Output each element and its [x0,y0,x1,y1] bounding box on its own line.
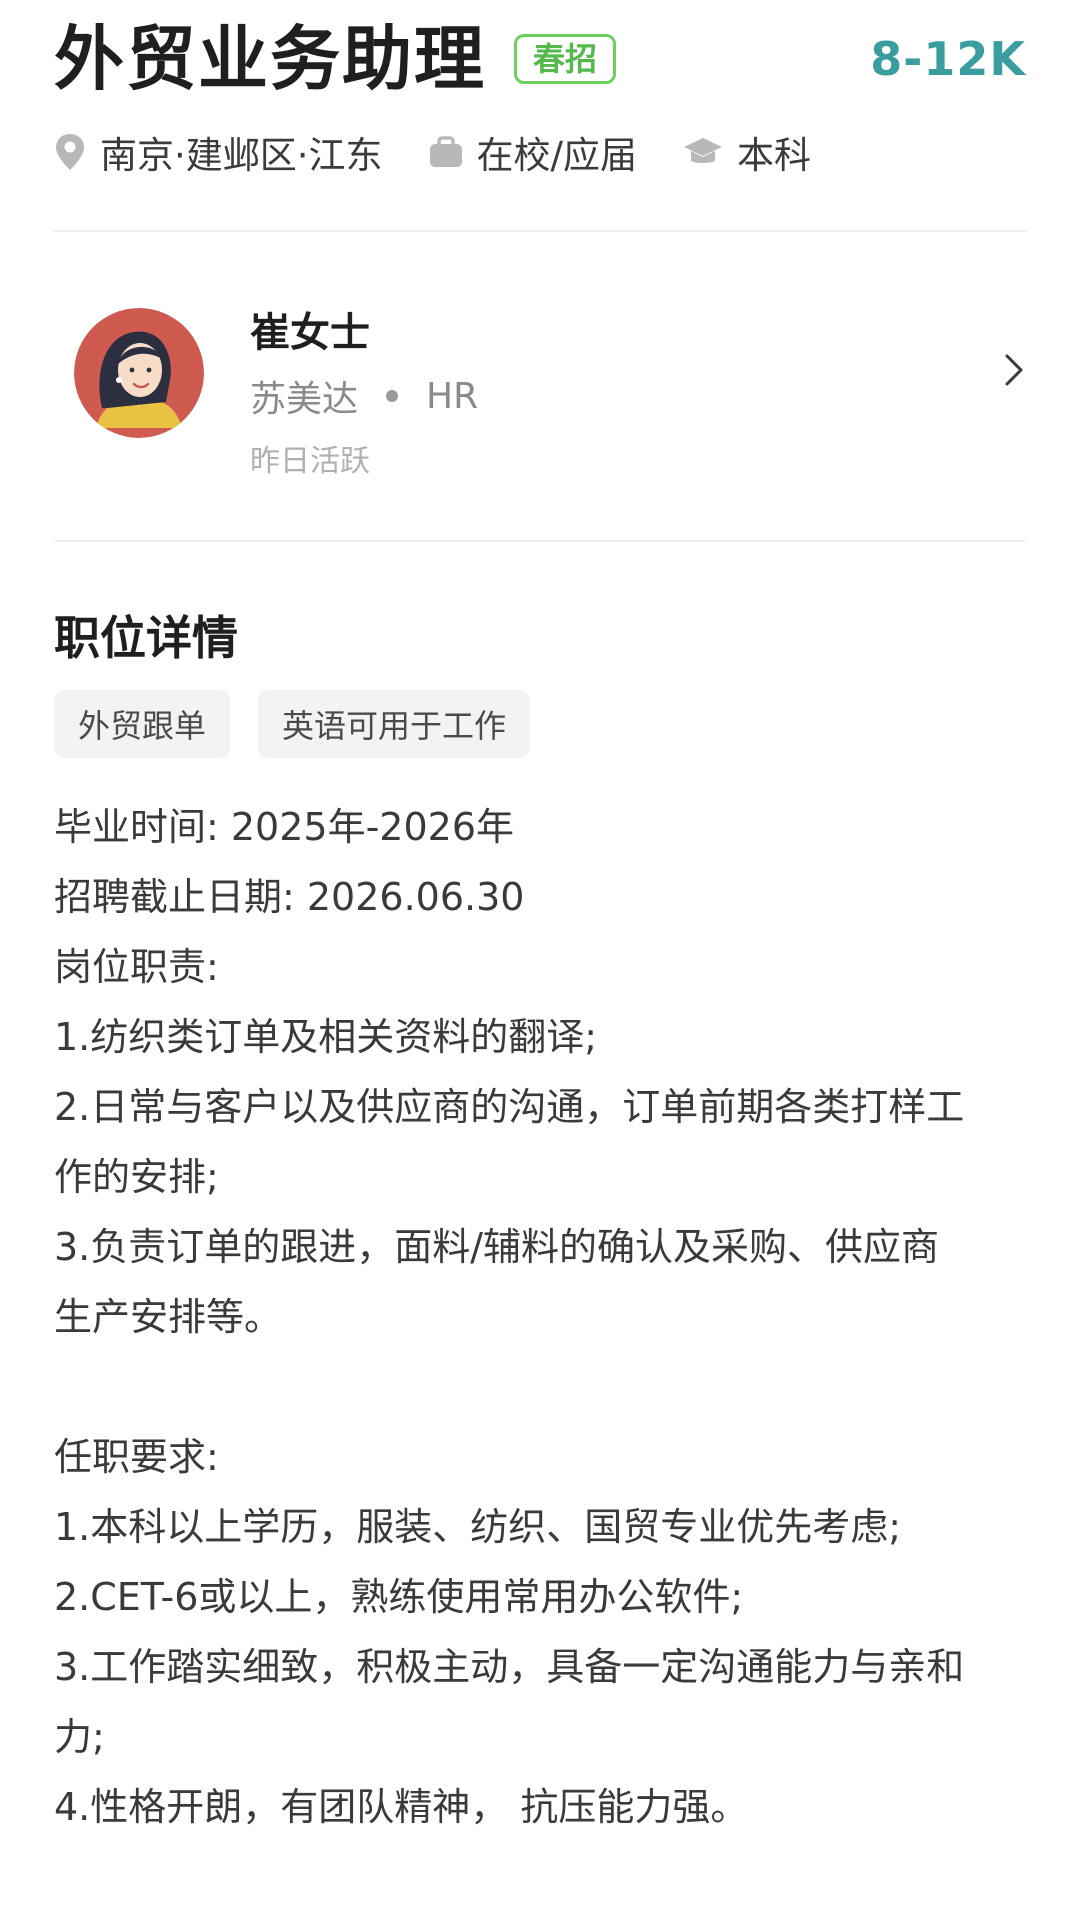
description-line: 1.本科以上学历，服装、纺织、国贸专业优先考虑; [54,1505,902,1549]
meta-education: 本科 [683,125,811,179]
meta-location: 南京·建邺区·江东 [54,125,383,179]
meta-education-text: 本科 [737,134,811,177]
briefcase-icon [429,136,462,167]
description-line: 作的安排; [54,1155,219,1199]
graduation-cap-icon [684,138,722,163]
meta-location-text: 南京·建邺区·江东 [100,134,383,177]
job-meta: 南京·建邺区·江东 在校/应届 本科 [54,122,857,182]
avatar [74,308,204,438]
description-line: 1.纺织类订单及相关资料的翻译; [54,1015,598,1059]
description-line: 3.负责订单的跟进，面料/辅料的确认及采购、供应商 [54,1225,940,1269]
description-line: 4.性格开朗，有团队精神， 抗压能力强。 [54,1785,749,1829]
job-title: 外贸业务助理 [54,18,486,100]
skill-tag: 外贸跟单 [54,690,231,758]
recruiter-company-row: 苏美达 HR [250,370,478,422]
recruiter-role: HR [426,375,479,417]
job-description: 毕业时间: 2025年-2026年 招聘截止日期: 2026.06.30 岗位职… [54,792,1026,1842]
divider [54,540,1026,542]
description-line: 2.日常与客户以及供应商的沟通，订单前期各类打样工 [54,1085,965,1129]
description-line: 招聘截止日期: 2026.06.30 [54,875,525,919]
recruiter-name: 崔女士 [250,310,370,356]
recruiter-company: 苏美达 [250,379,359,420]
description-line: 2.CET-6或以上，熟练使用常用办公软件; [54,1575,744,1619]
section-title: 职位详情 [54,611,238,665]
description-line: 岗位职责: [54,945,219,989]
skill-tag: 英语可用于工作 [258,690,531,758]
recruiter-card[interactable]: 崔女士 苏美达 HR 昨日活跃 [54,290,1026,479]
meta-experience-text: 在校/应届 [476,134,637,177]
description-line: 3.工作踏实细致，积极主动，具备一定沟通能力与亲和 [54,1645,965,1689]
description-line: 生产安排等。 [54,1295,283,1339]
description-line: 力; [54,1715,105,1759]
meta-experience: 在校/应届 [429,125,637,179]
salary-range: 8-12K [870,32,1026,86]
divider [54,230,1026,232]
separator-dot [386,390,399,402]
job-detail-page: 外贸业务助理 春招 8-12K 南京·建邺区·江东 在校/应届 本科 崔女士 苏… [0,0,1080,1910]
job-header: 外贸业务助理 春招 8-12K [54,14,1026,104]
description-line: 任职要求: [54,1435,219,1479]
description-line: 毕业时间: 2025年-2026年 [54,805,515,849]
description-line [54,1352,1026,1422]
chevron-right-icon[interactable] [1002,350,1026,390]
location-pin-icon [56,134,84,170]
recruiter-active-status: 昨日活跃 [250,444,370,479]
recruitment-type-badge: 春招 [514,34,617,84]
skill-tags: 外贸跟单 英语可用于工作 [54,690,558,758]
